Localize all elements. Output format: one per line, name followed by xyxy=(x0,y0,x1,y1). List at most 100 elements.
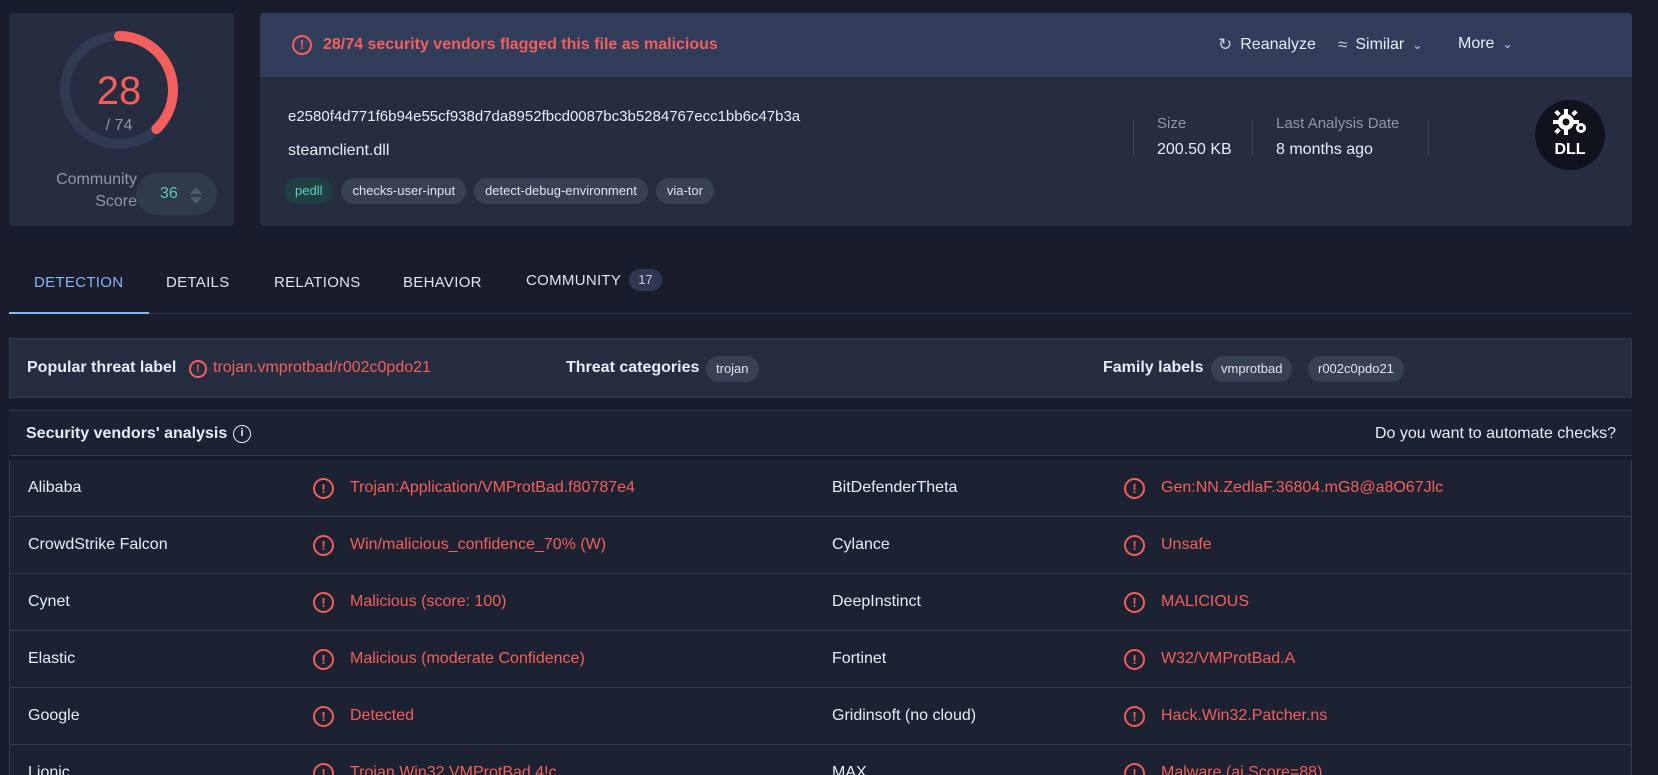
automate-checks-link[interactable]: Do you want to automate checks? xyxy=(1375,425,1616,443)
table-row: Alibaba ! Trojan:Application/VMProtBad.f… xyxy=(10,460,1631,517)
alert-circle-icon: ! xyxy=(1124,478,1145,499)
more-button[interactable]: More ⌄ xyxy=(1458,35,1513,53)
vote-down-icon[interactable] xyxy=(190,197,202,204)
vendors-analysis-header: Security vendors' analysis i Do you want… xyxy=(9,410,1632,456)
info-icon[interactable]: i xyxy=(233,425,251,443)
tab-details-label: DETAILS xyxy=(166,274,230,291)
last-analysis-label: Last Analysis Date xyxy=(1276,115,1400,132)
alert-circle-icon: ! xyxy=(313,649,334,670)
table-row: Google ! Detected Gridinsoft (no cloud) … xyxy=(10,688,1631,745)
reanalyze-button[interactable]: ↻ Reanalyze xyxy=(1218,35,1316,55)
file-tag[interactable]: checks-user-input xyxy=(341,178,467,204)
vendor-result: W32/VMProtBad.A xyxy=(1161,650,1296,667)
vote-up-icon[interactable] xyxy=(190,187,202,194)
vendor-name: BitDefenderTheta xyxy=(832,479,958,496)
tab-detection[interactable]: DETECTION xyxy=(34,274,123,291)
meta-divider xyxy=(1133,120,1134,156)
reanalyze-label: Reanalyze xyxy=(1240,36,1316,53)
file-size-label: Size xyxy=(1157,115,1187,132)
file-tag[interactable]: pedll xyxy=(284,178,334,204)
vendor-name: Cynet xyxy=(28,593,70,610)
alert-circle-icon: ! xyxy=(313,763,334,775)
community-score-stepper[interactable]: 36 xyxy=(136,173,217,215)
similar-label: Similar xyxy=(1355,36,1405,53)
file-hash[interactable]: e2580f4d771f6b94e55cf938d7da8952fbcd0087… xyxy=(288,108,800,125)
file-tag[interactable]: detect-debug-environment xyxy=(474,178,648,204)
vendor-result: Trojan.Win32.VMProtBad.4!c xyxy=(350,764,557,775)
file-type-text: DLL xyxy=(1554,141,1586,158)
file-tag[interactable]: via-tor xyxy=(655,178,714,204)
vendor-name: MAX xyxy=(832,764,867,775)
vendor-name: CrowdStrike Falcon xyxy=(28,536,168,553)
detection-score-total: / 74 xyxy=(105,117,133,134)
threat-summary-row: Popular threat label ! trojan.vmprotbad/… xyxy=(9,338,1632,398)
chevron-down-icon: ⌄ xyxy=(1412,38,1423,52)
vendor-result: Malicious (score: 100) xyxy=(350,593,507,610)
vendor-result: Detected xyxy=(350,707,415,724)
report-tabs: DETECTION DETAILS RELATIONS BEHAVIOR COM… xyxy=(9,250,1632,314)
popular-threat-label: Popular threat label xyxy=(27,359,177,376)
vendor-result: Malware (ai Score=88) xyxy=(1161,764,1323,775)
vendors-analysis-title: Security vendors' analysis xyxy=(26,425,228,442)
tab-relations[interactable]: RELATIONS xyxy=(274,274,361,291)
tab-details[interactable]: DETAILS xyxy=(166,274,230,291)
vendor-name: Fortinet xyxy=(832,650,887,667)
popular-threat-value[interactable]: trojan.vmprotbad/r002c0pdo21 xyxy=(213,359,431,377)
alert-circle-icon: ! xyxy=(189,360,207,378)
community-score-label: Community Score xyxy=(29,169,137,213)
alert-circle-icon: ! xyxy=(292,35,312,55)
vendor-result: Unsafe xyxy=(1161,536,1212,553)
file-type-badge: DLL xyxy=(1535,100,1605,170)
vendor-result: Malicious (moderate Confidence) xyxy=(350,650,585,667)
detection-score-value: 28 xyxy=(96,69,142,113)
tab-behavior[interactable]: BEHAVIOR xyxy=(403,274,482,291)
vendors-table: Alibaba ! Trojan:Application/VMProtBad.f… xyxy=(9,460,1632,775)
threat-categories-label: Threat categories xyxy=(566,359,700,376)
table-row: Cynet ! Malicious (score: 100) DeepInsti… xyxy=(10,574,1631,631)
refresh-icon: ↻ xyxy=(1218,35,1233,54)
vendor-name: Gridinsoft (no cloud) xyxy=(832,707,977,724)
vendor-name: Google xyxy=(28,707,80,724)
threat-category-tag[interactable]: trojan xyxy=(706,356,759,382)
file-size-value: 200.50 KB xyxy=(1157,141,1232,158)
alert-circle-icon: ! xyxy=(313,478,334,499)
meta-divider xyxy=(1428,120,1429,156)
table-row: Lionic ! Trojan.Win32.VMProtBad.4!c MAX … xyxy=(10,745,1631,775)
similar-icon: ≈ xyxy=(1338,35,1348,54)
community-score-value: 36 xyxy=(160,185,178,202)
community-score-label-line1: Community xyxy=(56,171,137,188)
malicious-alert-bar: ! 28/74 security vendors flagged this fi… xyxy=(260,13,1632,77)
gear-icon xyxy=(1553,109,1586,135)
alert-circle-icon: ! xyxy=(1124,535,1145,556)
alert-circle-icon: ! xyxy=(313,592,334,613)
vendor-name: Alibaba xyxy=(28,479,82,496)
community-count-badge: 17 xyxy=(629,269,662,291)
table-row: CrowdStrike Falcon ! Win/malicious_confi… xyxy=(10,517,1631,574)
vendor-result: Trojan:Application/VMProtBad.f80787e4 xyxy=(350,479,635,496)
last-analysis-value: 8 months ago xyxy=(1276,141,1373,158)
alert-circle-icon: ! xyxy=(313,706,334,727)
tab-community[interactable]: COMMUNITY 17 xyxy=(526,269,662,291)
tab-relations-label: RELATIONS xyxy=(274,274,361,291)
family-label-tag[interactable]: vmprotbad xyxy=(1211,356,1293,382)
more-label: More xyxy=(1458,35,1495,52)
family-label-tag[interactable]: r002c0pdo21 xyxy=(1308,356,1404,382)
alert-circle-icon: ! xyxy=(1124,706,1145,727)
alert-circle-icon: ! xyxy=(1124,649,1145,670)
vendor-name: Cylance xyxy=(832,536,890,553)
alert-circle-icon: ! xyxy=(313,535,334,556)
tab-behavior-label: BEHAVIOR xyxy=(403,274,482,291)
vendor-result: Win/malicious_confidence_70% (W) xyxy=(350,536,607,553)
vendor-name: Elastic xyxy=(28,650,76,667)
detection-score-card: 28 / 74 Community Score 36 xyxy=(9,13,234,226)
vendor-result: Hack.Win32.Patcher.ns xyxy=(1161,707,1328,724)
file-name: steamclient.dll xyxy=(288,142,390,159)
family-labels-label: Family labels xyxy=(1103,359,1204,376)
vendor-result: Gen:NN.ZedlaF.36804.mG8@a8O67Jlc xyxy=(1161,479,1444,496)
meta-divider xyxy=(1252,120,1253,156)
similar-button[interactable]: ≈ Similar ⌄ xyxy=(1338,35,1422,55)
vendor-name: Lionic xyxy=(28,764,70,775)
tab-detection-label: DETECTION xyxy=(34,274,124,291)
malicious-alert-text: 28/74 security vendors flagged this file… xyxy=(323,36,718,53)
table-row: Elastic ! Malicious (moderate Confidence… xyxy=(10,631,1631,688)
